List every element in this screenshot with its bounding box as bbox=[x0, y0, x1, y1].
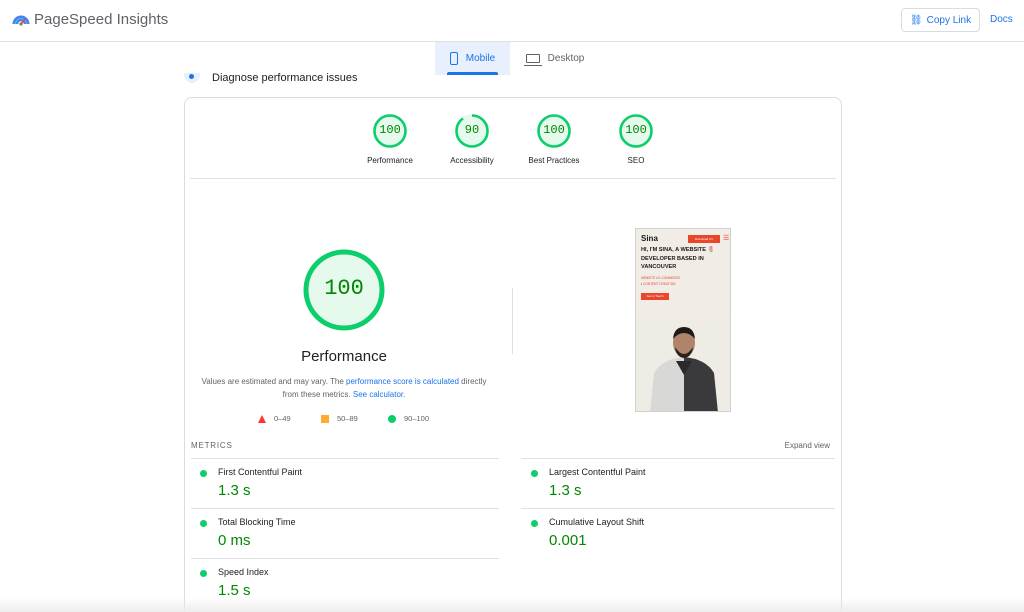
metric-value: 1.3 s bbox=[218, 482, 251, 499]
thumbnail-button: Download CV bbox=[688, 235, 720, 243]
tab-desktop[interactable]: Desktop bbox=[520, 42, 590, 75]
tab-desktop-label: Desktop bbox=[547, 53, 585, 64]
see-calculator-link[interactable]: See calculator. bbox=[353, 390, 405, 399]
copy-link-button[interactable]: ⛓ Copy Link bbox=[901, 8, 980, 32]
category-score: 100 bbox=[625, 123, 647, 137]
metric-value: 0 ms bbox=[218, 532, 251, 549]
legend-range: 0–49 bbox=[274, 414, 291, 423]
category-accessibility[interactable]: 90 Accessibility bbox=[427, 113, 517, 165]
metric-value: 1.3 s bbox=[549, 482, 582, 499]
tab-mobile[interactable]: Mobile bbox=[435, 42, 510, 75]
pagespeed-logo-icon bbox=[12, 15, 30, 26]
thumbnail-service: WEBSITE bbox=[641, 276, 656, 280]
category-label: Performance bbox=[367, 156, 413, 165]
note-text: Values are estimated and may vary. The bbox=[201, 377, 346, 386]
category-best-practices[interactable]: 100 Best Practices bbox=[509, 113, 599, 165]
score-note: Values are estimated and may vary. The p… bbox=[200, 375, 488, 401]
circle-icon bbox=[388, 414, 396, 423]
divider bbox=[191, 508, 499, 509]
category-label: SEO bbox=[627, 156, 645, 165]
pass-dot-icon bbox=[200, 520, 207, 527]
score-calculated-link[interactable]: performance score is calculated bbox=[346, 377, 459, 386]
monitor-icon bbox=[523, 54, 542, 66]
docs-link[interactable]: Docs bbox=[990, 14, 1013, 25]
performance-score: 100 bbox=[324, 276, 364, 301]
metric-value: 1.5 s bbox=[218, 582, 251, 599]
pass-dot-icon bbox=[531, 470, 538, 477]
category-seo[interactable]: 100 SEO bbox=[591, 113, 681, 165]
thumbnail-services: WEBSITE • E-COMMERCE • CONTENT CREATION bbox=[641, 276, 681, 286]
category-score: 90 bbox=[464, 123, 480, 137]
category-performance[interactable]: 100 Performance bbox=[345, 113, 435, 165]
section-title: Diagnose performance issues bbox=[212, 72, 358, 84]
thumbnail-service: CONTENT CREATION bbox=[643, 282, 676, 286]
phone-icon bbox=[449, 52, 458, 65]
divider bbox=[521, 508, 835, 509]
metric-name: Largest Contentful Paint bbox=[549, 467, 646, 477]
divider bbox=[191, 558, 499, 559]
thumbnail-service: E-COMMERCE bbox=[658, 276, 681, 280]
top-bar: PageSpeed Insights ⛓ Copy Link Docs bbox=[0, 0, 1024, 42]
metric-name: Cumulative Layout Shift bbox=[549, 517, 645, 527]
divider bbox=[191, 458, 499, 459]
square-icon bbox=[321, 414, 329, 423]
metric-name: First Contentful Paint bbox=[218, 467, 303, 477]
category-label: Best Practices bbox=[528, 156, 580, 165]
metrics-heading: METRICS bbox=[191, 441, 233, 450]
scroll-fade bbox=[0, 598, 1024, 612]
thumbnail-headline: HI, I'M SINA, A WEBSITE 🌷 DEVELOPER BASE… bbox=[641, 247, 715, 270]
thumbnail-logo: Sina bbox=[641, 234, 658, 243]
triangle-icon bbox=[258, 414, 266, 423]
section-heading: Diagnose performance issues bbox=[184, 72, 358, 84]
metric-name: Speed Index bbox=[218, 567, 269, 577]
divider bbox=[190, 178, 836, 179]
copy-link-label: Copy Link bbox=[926, 14, 972, 26]
divider bbox=[521, 458, 835, 459]
category-score: 100 bbox=[379, 123, 401, 137]
menu-icon: ☰ bbox=[723, 235, 730, 242]
diagnose-icon bbox=[184, 73, 200, 83]
category-score: 100 bbox=[543, 123, 565, 137]
person-photo-image bbox=[636, 315, 730, 411]
link-icon: ⛓ bbox=[909, 14, 923, 26]
category-label: Accessibility bbox=[450, 156, 494, 165]
metric-value: 0.001 bbox=[549, 532, 587, 549]
expand-view-button[interactable]: Expand view bbox=[760, 441, 830, 450]
app-title: PageSpeed Insights bbox=[34, 11, 169, 28]
legend-pass: 90–100 bbox=[388, 414, 429, 423]
thumbnail-cta: Get in Touch bbox=[641, 293, 669, 300]
tab-mobile-label: Mobile bbox=[465, 53, 496, 64]
legend-range: 50–89 bbox=[337, 414, 358, 423]
pass-dot-icon bbox=[200, 470, 207, 477]
legend-average: 50–89 bbox=[321, 414, 358, 423]
performance-title: Performance bbox=[301, 348, 387, 365]
pass-dot-icon bbox=[200, 570, 207, 577]
legend-fail: 0–49 bbox=[258, 414, 291, 423]
pass-dot-icon bbox=[531, 520, 538, 527]
legend-range: 90–100 bbox=[404, 414, 430, 423]
page-screenshot-thumbnail: Sina Download CV ☰ HI, I'M SINA, A WEBSI… bbox=[635, 228, 731, 412]
vertical-divider bbox=[512, 288, 513, 354]
metric-name: Total Blocking Time bbox=[218, 517, 296, 527]
